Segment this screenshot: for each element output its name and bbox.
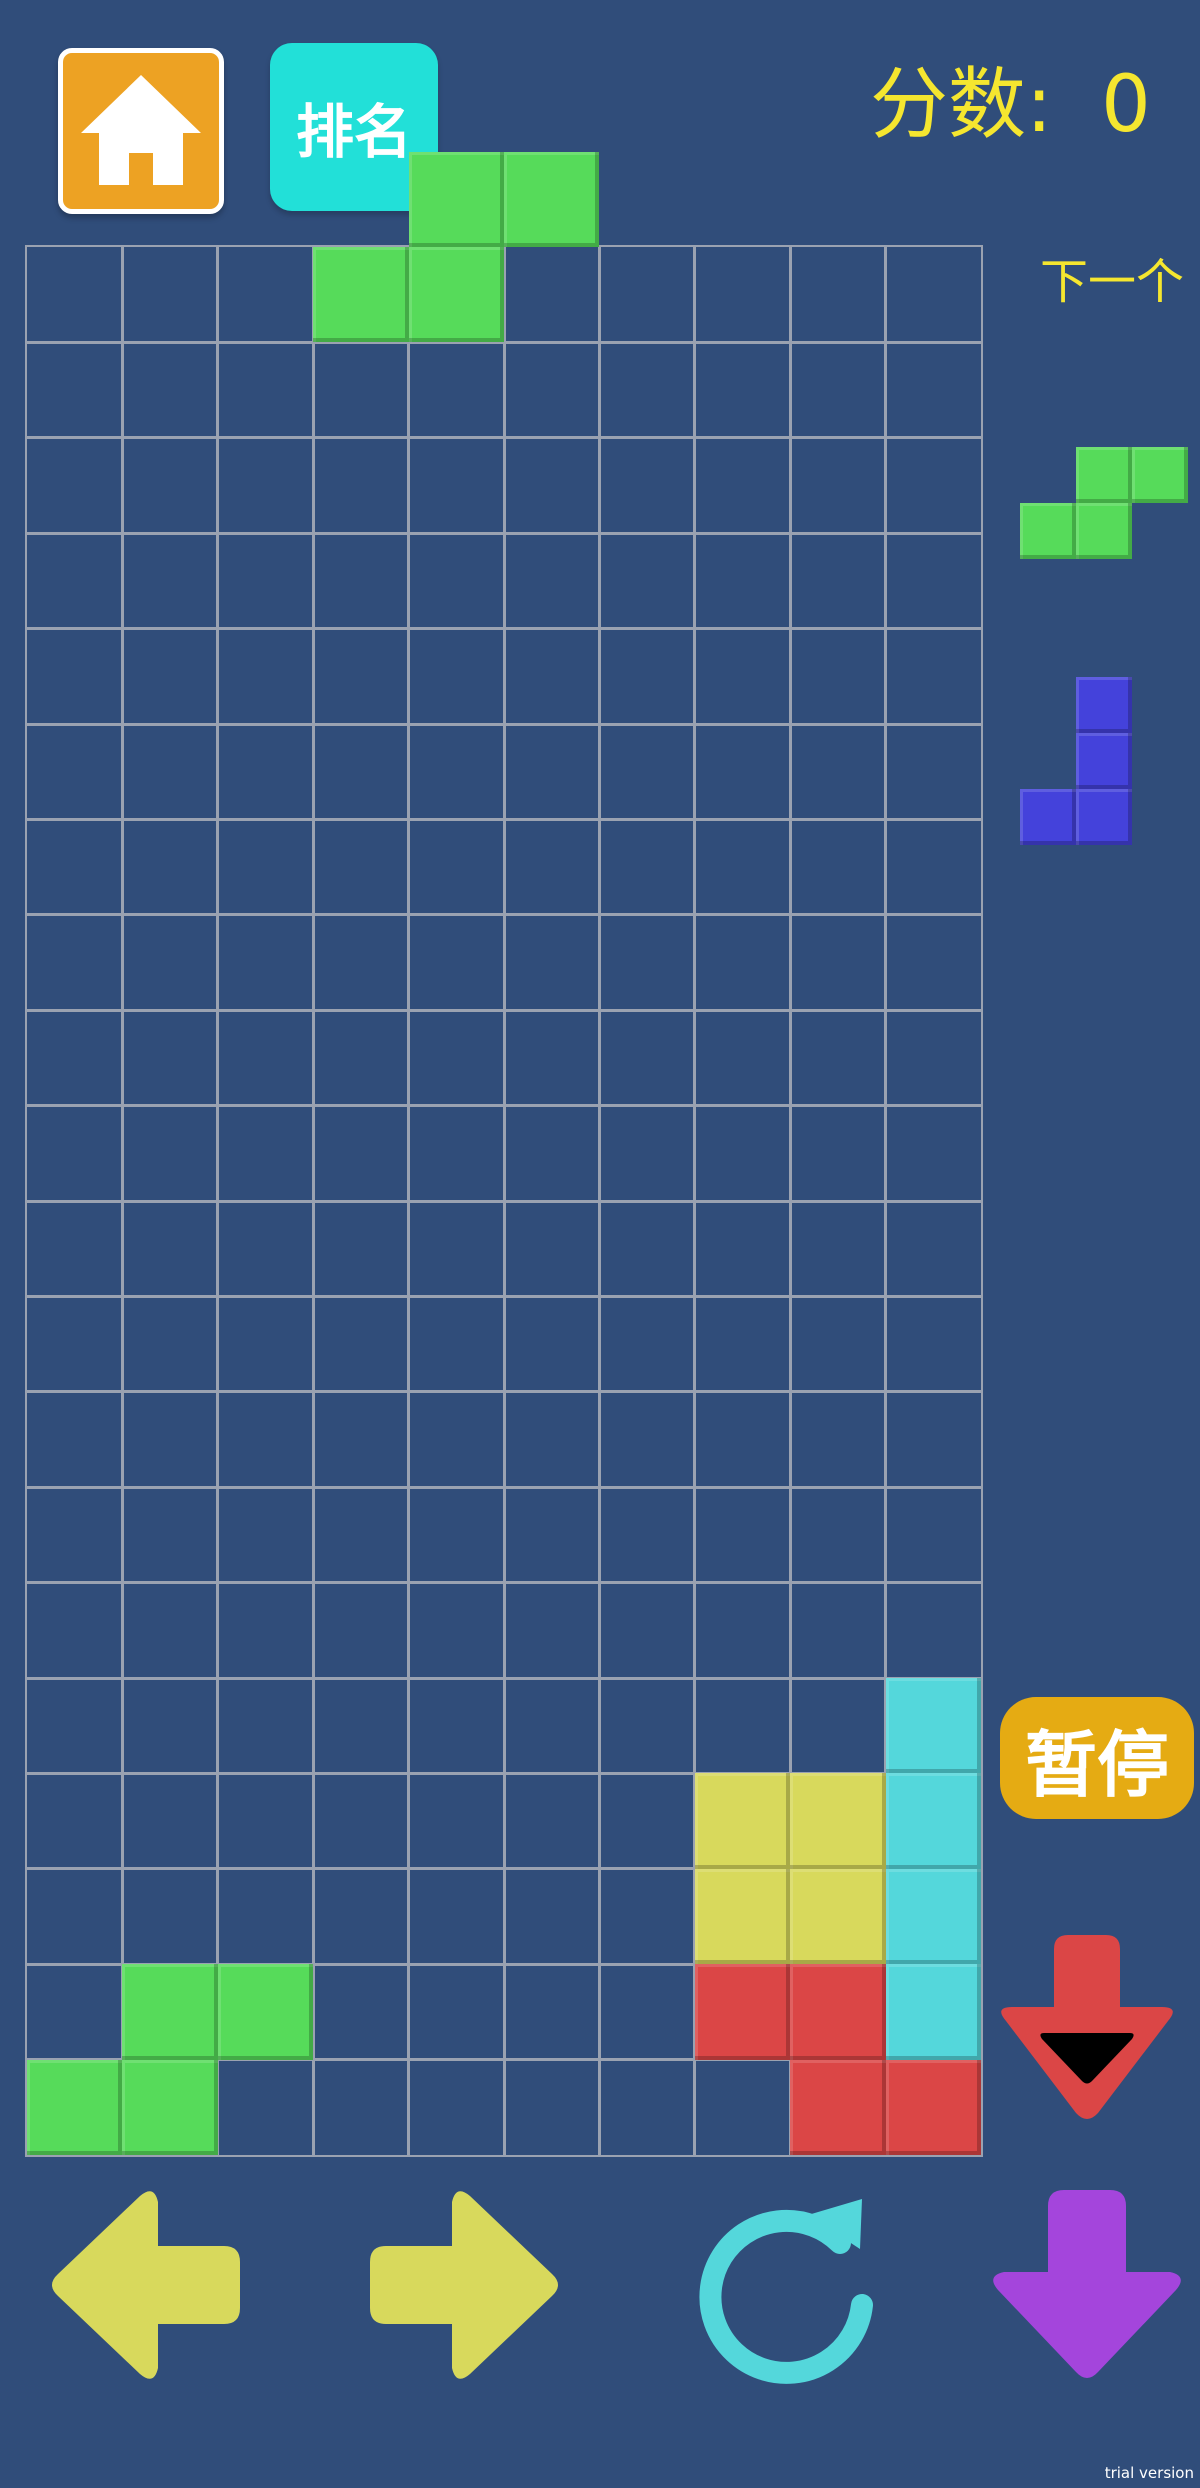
next-piece-block xyxy=(1020,789,1076,845)
hard-drop-arrow-icon xyxy=(1001,1935,1173,2119)
grid-line-horizontal xyxy=(27,817,981,821)
grid-line-horizontal xyxy=(27,1485,981,1489)
move-left-button[interactable] xyxy=(44,2190,240,2380)
grid-line-horizontal xyxy=(27,1962,981,1966)
game-board xyxy=(25,245,983,2157)
grid-line-horizontal xyxy=(27,531,981,535)
grid-line-horizontal xyxy=(27,1294,981,1298)
rotate-button[interactable] xyxy=(690,2185,890,2385)
grid-line-horizontal xyxy=(27,913,981,917)
home-button[interactable] xyxy=(58,48,224,214)
next-piece-block xyxy=(1076,789,1132,845)
score-display: 分数: 0 xyxy=(870,60,1151,150)
grid-line-horizontal xyxy=(27,1008,981,1012)
next-piece-block xyxy=(1132,447,1188,503)
grid-line-horizontal xyxy=(27,340,981,344)
rank-button[interactable]: 排名 xyxy=(270,43,438,211)
hard-drop-button[interactable] xyxy=(994,1935,1180,2125)
soft-drop-button[interactable] xyxy=(992,2190,1182,2386)
rank-label: 排名 xyxy=(295,98,412,166)
move-right-button[interactable] xyxy=(370,2190,566,2380)
grid-line-horizontal xyxy=(27,1104,981,1108)
score-label: 分数: xyxy=(870,60,1053,150)
next-piece-block xyxy=(1076,677,1132,733)
watermark-text: trial version xyxy=(1104,2464,1194,2482)
rotate-icon xyxy=(699,2199,873,2384)
pause-label: 暂停 xyxy=(1024,1722,1169,1807)
arrow-right-icon xyxy=(370,2191,558,2379)
grid-line-horizontal xyxy=(27,1581,981,1585)
next-piece-block xyxy=(1076,503,1132,559)
grid-line-horizontal xyxy=(27,2058,981,2062)
arrow-down-icon xyxy=(993,2190,1181,2378)
grid-line-horizontal xyxy=(27,1771,981,1775)
pause-button[interactable]: 暂停 xyxy=(1000,1697,1194,1819)
grid-line-horizontal xyxy=(27,1676,981,1680)
next-piece-block xyxy=(1076,447,1132,503)
grid-line-horizontal xyxy=(27,722,981,726)
grid-line-horizontal xyxy=(27,627,981,631)
grid-line-horizontal xyxy=(27,1199,981,1203)
next-piece-block xyxy=(1076,733,1132,789)
arrow-left-icon xyxy=(52,2191,240,2379)
score-value: 0 xyxy=(1101,60,1151,150)
grid-line-horizontal xyxy=(27,436,981,440)
grid-line-horizontal xyxy=(27,1390,981,1394)
grid-line-horizontal xyxy=(27,1867,981,1871)
falling-block xyxy=(504,151,600,247)
next-piece-block xyxy=(1020,503,1076,559)
next-piece-label: 下一个 xyxy=(1040,254,1185,310)
house-icon xyxy=(81,75,201,185)
